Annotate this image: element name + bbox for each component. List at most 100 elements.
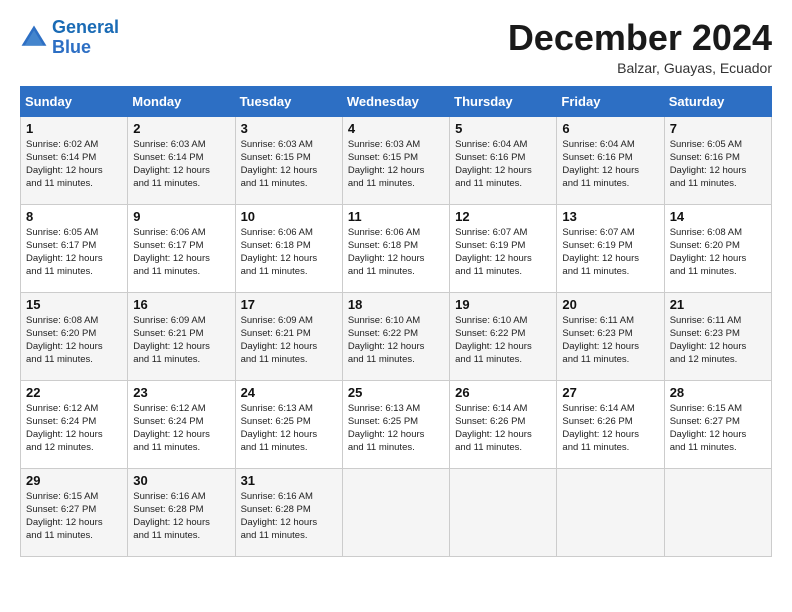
day-number: 30: [133, 473, 229, 488]
calendar-cell: 16 Sunrise: 6:09 AMSunset: 6:21 PMDayligh…: [128, 292, 235, 380]
day-number: 21: [670, 297, 766, 312]
day-number: 28: [670, 385, 766, 400]
day-info: Sunrise: 6:12 AMSunset: 6:24 PMDaylight:…: [133, 402, 229, 455]
day-info: Sunrise: 6:07 AMSunset: 6:19 PMDaylight:…: [455, 226, 551, 279]
day-header-saturday: Saturday: [664, 86, 771, 116]
day-info: Sunrise: 6:07 AMSunset: 6:19 PMDaylight:…: [562, 226, 658, 279]
day-info: Sunrise: 6:10 AMSunset: 6:22 PMDaylight:…: [455, 314, 551, 367]
calendar-cell: 20 Sunrise: 6:11 AMSunset: 6:23 PMDayligh…: [557, 292, 664, 380]
calendar-cell: 26Sunrise: 6:14 AMSunset: 6:26 PMDayligh…: [450, 380, 557, 468]
day-number: 13: [562, 209, 658, 224]
day-header-tuesday: Tuesday: [235, 86, 342, 116]
day-info: Sunrise: 6:09 AMSunset: 6:21 PMDaylight:…: [133, 314, 229, 367]
day-header-thursday: Thursday: [450, 86, 557, 116]
day-info: Sunrise: 6:14 AMSunset: 6:26 PMDaylight:…: [562, 402, 658, 455]
calendar-cell: 1 Sunrise: 6:02 AMSunset: 6:14 PMDaylight…: [21, 116, 128, 204]
day-header-sunday: Sunday: [21, 86, 128, 116]
logo-text: General Blue: [52, 18, 119, 58]
day-number: 27: [562, 385, 658, 400]
day-header-monday: Monday: [128, 86, 235, 116]
day-number: 9: [133, 209, 229, 224]
day-number: 31: [241, 473, 337, 488]
header: General Blue December 2024 Balzar, Guaya…: [20, 18, 772, 76]
day-info: Sunrise: 6:03 AMSunset: 6:15 PMDaylight:…: [241, 138, 337, 191]
day-info: Sunrise: 6:12 AMSunset: 6:24 PMDaylight:…: [26, 402, 122, 455]
day-info: Sunrise: 6:03 AMSunset: 6:14 PMDaylight:…: [133, 138, 229, 191]
calendar-week-row: 8Sunrise: 6:05 AMSunset: 6:17 PMDaylight…: [21, 204, 772, 292]
logo-icon: [20, 24, 48, 52]
calendar-cell: 10Sunrise: 6:06 AMSunset: 6:18 PMDayligh…: [235, 204, 342, 292]
day-info: Sunrise: 6:04 AMSunset: 6:16 PMDaylight:…: [562, 138, 658, 191]
calendar-cell: 6 Sunrise: 6:04 AMSunset: 6:16 PMDaylight…: [557, 116, 664, 204]
day-info: Sunrise: 6:08 AMSunset: 6:20 PMDaylight:…: [670, 226, 766, 279]
day-number: 4: [348, 121, 444, 136]
calendar-cell: 4 Sunrise: 6:03 AMSunset: 6:15 PMDaylight…: [342, 116, 449, 204]
day-number: 7: [670, 121, 766, 136]
calendar-week-row: 15 Sunrise: 6:08 AMSunset: 6:20 PMDayligh…: [21, 292, 772, 380]
day-info: Sunrise: 6:06 AMSunset: 6:18 PMDaylight:…: [348, 226, 444, 279]
calendar-week-row: 1 Sunrise: 6:02 AMSunset: 6:14 PMDaylight…: [21, 116, 772, 204]
location-subtitle: Balzar, Guayas, Ecuador: [508, 60, 772, 76]
calendar-cell: 29 Sunrise: 6:15 AMSunset: 6:27 PMDayligh…: [21, 468, 128, 556]
day-header-friday: Friday: [557, 86, 664, 116]
calendar-cell: 27 Sunrise: 6:14 AMSunset: 6:26 PMDayligh…: [557, 380, 664, 468]
day-number: 11: [348, 209, 444, 224]
title-block: December 2024 Balzar, Guayas, Ecuador: [508, 18, 772, 76]
day-info: Sunrise: 6:03 AMSunset: 6:15 PMDaylight:…: [348, 138, 444, 191]
day-info: Sunrise: 6:06 AMSunset: 6:18 PMDaylight:…: [241, 226, 337, 279]
day-number: 6: [562, 121, 658, 136]
day-info: Sunrise: 6:05 AMSunset: 6:16 PMDaylight:…: [670, 138, 766, 191]
calendar-cell: [557, 468, 664, 556]
day-info: Sunrise: 6:15 AMSunset: 6:27 PMDaylight:…: [26, 490, 122, 543]
day-info: Sunrise: 6:02 AMSunset: 6:14 PMDaylight:…: [26, 138, 122, 191]
day-number: 19: [455, 297, 551, 312]
day-info: Sunrise: 6:08 AMSunset: 6:20 PMDaylight:…: [26, 314, 122, 367]
day-info: Sunrise: 6:13 AMSunset: 6:25 PMDaylight:…: [348, 402, 444, 455]
calendar-cell: 2 Sunrise: 6:03 AMSunset: 6:14 PMDaylight…: [128, 116, 235, 204]
day-number: 5: [455, 121, 551, 136]
day-number: 15: [26, 297, 122, 312]
day-number: 22: [26, 385, 122, 400]
calendar-cell: 31 Sunrise: 6:16 AMSunset: 6:28 PMDayligh…: [235, 468, 342, 556]
day-info: Sunrise: 6:10 AMSunset: 6:22 PMDaylight:…: [348, 314, 444, 367]
calendar-cell: 28 Sunrise: 6:15 AMSunset: 6:27 PMDayligh…: [664, 380, 771, 468]
logo-line1: General: [52, 17, 119, 37]
day-info: Sunrise: 6:15 AMSunset: 6:27 PMDaylight:…: [670, 402, 766, 455]
day-number: 18: [348, 297, 444, 312]
day-number: 12: [455, 209, 551, 224]
calendar-cell: [342, 468, 449, 556]
day-info: Sunrise: 6:11 AMSunset: 6:23 PMDaylight:…: [562, 314, 658, 367]
day-number: 2: [133, 121, 229, 136]
calendar-cell: 14Sunrise: 6:08 AMSunset: 6:20 PMDayligh…: [664, 204, 771, 292]
day-info: Sunrise: 6:16 AMSunset: 6:28 PMDaylight:…: [241, 490, 337, 543]
day-number: 20: [562, 297, 658, 312]
calendar-week-row: 22 Sunrise: 6:12 AMSunset: 6:24 PMDayligh…: [21, 380, 772, 468]
month-title: December 2024: [508, 18, 772, 58]
day-number: 3: [241, 121, 337, 136]
day-number: 25: [348, 385, 444, 400]
day-info: Sunrise: 6:16 AMSunset: 6:28 PMDaylight:…: [133, 490, 229, 543]
calendar-cell: 8Sunrise: 6:05 AMSunset: 6:17 PMDaylight…: [21, 204, 128, 292]
day-number: 8: [26, 209, 122, 224]
day-number: 1: [26, 121, 122, 136]
calendar-cell: 19 Sunrise: 6:10 AMSunset: 6:22 PMDayligh…: [450, 292, 557, 380]
day-info: Sunrise: 6:11 AMSunset: 6:23 PMDaylight:…: [670, 314, 766, 367]
day-number: 29: [26, 473, 122, 488]
day-info: Sunrise: 6:06 AMSunset: 6:17 PMDaylight:…: [133, 226, 229, 279]
calendar-cell: 25 Sunrise: 6:13 AMSunset: 6:25 PMDayligh…: [342, 380, 449, 468]
calendar-cell: 3 Sunrise: 6:03 AMSunset: 6:15 PMDaylight…: [235, 116, 342, 204]
day-number: 23: [133, 385, 229, 400]
calendar-cell: 15 Sunrise: 6:08 AMSunset: 6:20 PMDayligh…: [21, 292, 128, 380]
page: General Blue December 2024 Balzar, Guaya…: [0, 0, 792, 612]
calendar-cell: 22 Sunrise: 6:12 AMSunset: 6:24 PMDayligh…: [21, 380, 128, 468]
calendar-header-row: SundayMondayTuesdayWednesdayThursdayFrid…: [21, 86, 772, 116]
calendar-cell: 24Sunrise: 6:13 AMSunset: 6:25 PMDayligh…: [235, 380, 342, 468]
calendar-cell: 23 Sunrise: 6:12 AMSunset: 6:24 PMDayligh…: [128, 380, 235, 468]
calendar-cell: [664, 468, 771, 556]
day-header-wednesday: Wednesday: [342, 86, 449, 116]
calendar-cell: 12 Sunrise: 6:07 AMSunset: 6:19 PMDayligh…: [450, 204, 557, 292]
day-number: 16: [133, 297, 229, 312]
calendar-cell: 11 Sunrise: 6:06 AMSunset: 6:18 PMDayligh…: [342, 204, 449, 292]
day-info: Sunrise: 6:04 AMSunset: 6:16 PMDaylight:…: [455, 138, 551, 191]
calendar-cell: 18 Sunrise: 6:10 AMSunset: 6:22 PMDayligh…: [342, 292, 449, 380]
